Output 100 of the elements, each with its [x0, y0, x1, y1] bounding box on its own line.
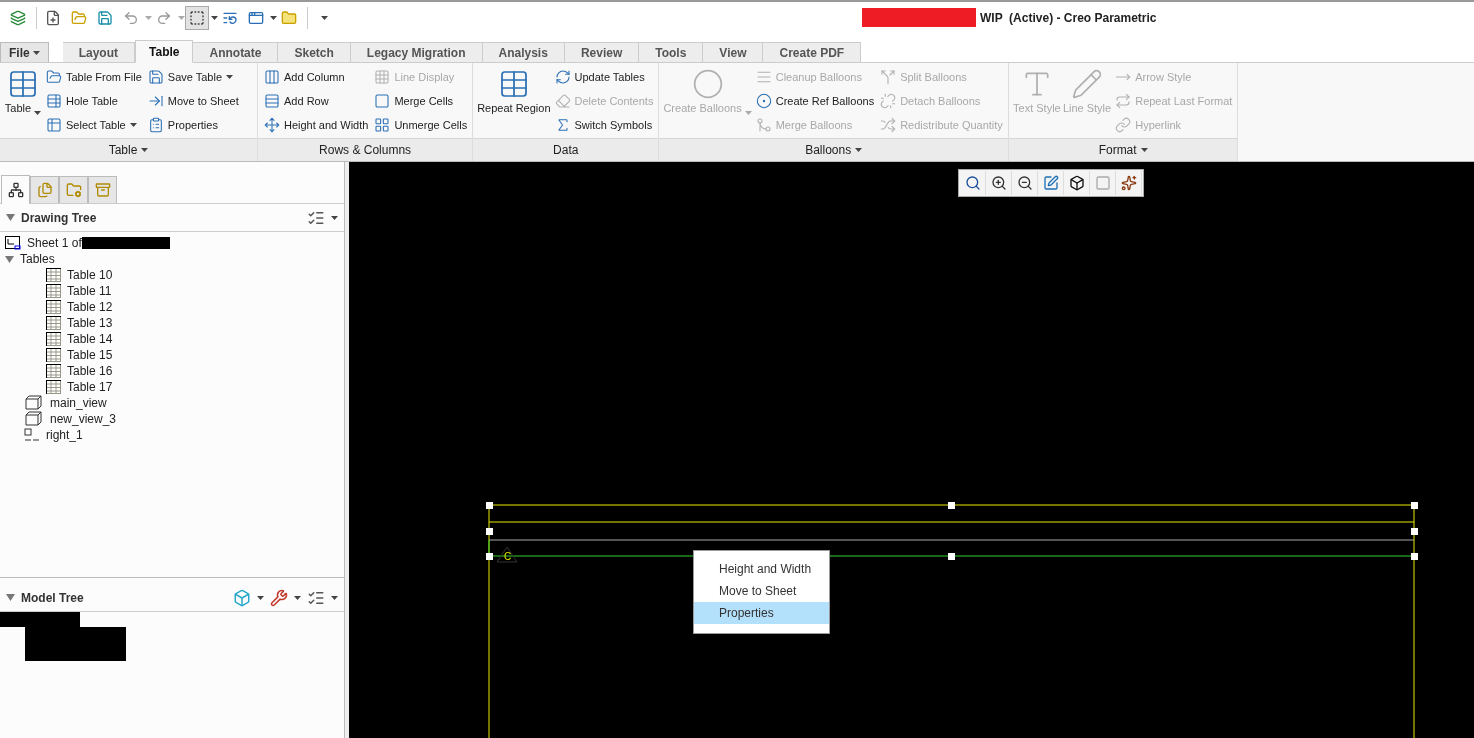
- ribbon-tab[interactable]: Legacy Migration: [350, 42, 483, 62]
- columns-icon: [264, 68, 280, 85]
- ribbon-tab[interactable]: Layout: [62, 42, 135, 62]
- ribbon-button[interactable]: Merge Cells: [372, 90, 470, 111]
- panel-tab[interactable]: [1, 175, 30, 204]
- caret-icon: [211, 16, 218, 20]
- table-icon: [46, 364, 61, 378]
- table-icon: [46, 316, 61, 330]
- ribbon-button[interactable]: Save Table: [145, 66, 241, 87]
- caret-icon: [320, 16, 328, 20]
- window-title: WIP (Active) - Creo Parametric: [980, 10, 1157, 25]
- ribbon-tab[interactable]: Create PDF: [763, 42, 862, 62]
- move-icon: [264, 116, 280, 133]
- tree-item[interactable]: main_view: [50, 396, 107, 410]
- tree-item[interactable]: Sheet 1 of: [27, 236, 82, 250]
- caret-icon: [178, 16, 185, 20]
- table-icon: [46, 348, 61, 362]
- square-icon: [374, 92, 391, 109]
- collapse-icon[interactable]: [6, 594, 15, 601]
- caret-icon: [1140, 148, 1148, 152]
- ribbon-button[interactable]: Height and Width: [262, 114, 371, 135]
- caret-icon: [270, 16, 277, 20]
- datum-label: C: [504, 551, 512, 562]
- ribbon-button[interactable]: Add Column: [262, 66, 371, 87]
- expand-icon: [5, 255, 14, 263]
- tree-item[interactable]: Table 12: [67, 300, 113, 314]
- group-label[interactable]: Table: [0, 138, 257, 161]
- ribbon-button[interactable]: Repeat Region: [477, 66, 551, 136]
- ribbon-button[interactable]: Update Tables: [552, 66, 656, 87]
- refresh-icon: [554, 68, 571, 85]
- tree-item[interactable]: new_view_3: [50, 412, 117, 426]
- ribbon-button[interactable]: Move to Sheet: [145, 90, 241, 111]
- view-icon: [24, 395, 44, 411]
- ribbon-tab[interactable]: Analysis: [482, 42, 565, 62]
- ribbon-button[interactable]: Properties: [145, 114, 241, 135]
- ribbon-tab[interactable]: Sketch: [278, 42, 351, 62]
- caret-icon: [34, 111, 42, 115]
- ribbon-button[interactable]: Unmerge Cells: [372, 114, 470, 135]
- save-icon: [147, 68, 164, 85]
- tree-item[interactable]: Tables: [20, 252, 55, 266]
- ribbon-tab[interactable]: Review: [564, 42, 640, 62]
- table-icon: [46, 332, 61, 346]
- ribbon-tab[interactable]: Table: [135, 40, 194, 63]
- menu-item[interactable]: Height and Width: [694, 558, 829, 580]
- folder-icon: [46, 68, 62, 85]
- panel-title: Model Tree: [21, 590, 85, 605]
- ribbon-tab[interactable]: Tools: [639, 42, 704, 62]
- caret-icon: [855, 148, 863, 152]
- table-icon: [46, 92, 62, 109]
- ribbon-tab[interactable]: Annotate: [193, 42, 279, 62]
- circle-icon: [755, 92, 772, 109]
- ribbon-button[interactable]: Select Table: [44, 114, 144, 135]
- wrench-icon[interactable]: [270, 588, 288, 607]
- eraser-icon: [554, 92, 571, 109]
- ribbon-button[interactable]: Table From File: [44, 66, 144, 87]
- tree-item[interactable]: right_1: [46, 428, 83, 442]
- expand-toggle[interactable]: [5, 255, 14, 263]
- ribbon-button[interactable]: Switch Symbols: [552, 114, 656, 135]
- pencil-icon: [1071, 68, 1104, 100]
- menu-item[interactable]: Properties: [694, 602, 829, 624]
- selection-icon: [189, 10, 205, 26]
- group-label[interactable]: Format: [1008, 138, 1238, 161]
- folder-icon: [65, 182, 82, 198]
- sheet-icon: [5, 236, 21, 250]
- ribbon-button[interactable]: Hole Table: [44, 90, 144, 111]
- folders-icon: [36, 182, 53, 198]
- merge-icon: [755, 116, 772, 133]
- caret-icon: [257, 595, 264, 600]
- tree-icon: [7, 182, 24, 198]
- tree-item[interactable]: Table 16: [67, 364, 113, 378]
- table-icon: [7, 68, 39, 100]
- cabinet-icon: [94, 182, 111, 198]
- tree-item[interactable]: Table 17: [67, 380, 113, 394]
- group-label[interactable]: Balloons: [659, 138, 1008, 161]
- panel-title: Drawing Tree: [21, 210, 98, 225]
- ribbon-button[interactable]: Add Row: [262, 90, 371, 111]
- table-icon: [46, 284, 61, 298]
- ribbon-tab[interactable]: View: [703, 42, 764, 62]
- point-icon: [24, 428, 40, 442]
- collapse-icon[interactable]: [6, 214, 15, 221]
- tree-item[interactable]: Table 10: [67, 268, 113, 282]
- file-menu[interactable]: File: [0, 42, 49, 62]
- menu-item[interactable]: Move to Sheet: [694, 580, 829, 602]
- caret-icon: [141, 148, 149, 152]
- list-icon: [147, 116, 164, 133]
- tree-item[interactable]: Table 15: [67, 348, 113, 362]
- tree-item[interactable]: Table 13: [67, 316, 113, 330]
- caret-icon: [32, 50, 40, 55]
- caret-icon: [145, 16, 152, 20]
- tree-item[interactable]: Table 11: [67, 284, 112, 298]
- caret-icon: [294, 595, 301, 600]
- caret-icon: [331, 215, 338, 220]
- caret-icon: [744, 111, 752, 115]
- caret-icon: [129, 122, 137, 127]
- group-label: Data: [473, 138, 659, 161]
- caret-icon: [226, 74, 234, 79]
- select-box-button[interactable]: [185, 6, 209, 30]
- tree-item[interactable]: Table 14: [67, 332, 113, 346]
- ribbon-button[interactable]: Create Ref Balloons: [753, 90, 877, 111]
- ribbon-button[interactable]: Table: [4, 66, 42, 136]
